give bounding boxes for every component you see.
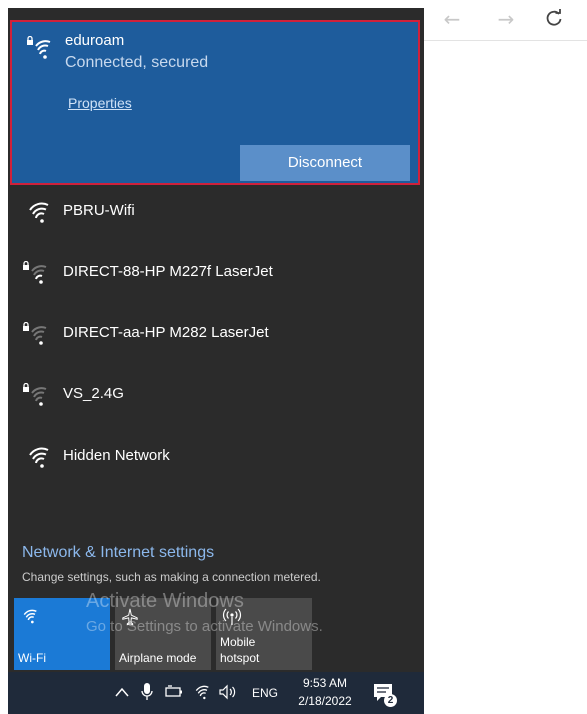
connection-status: Connected, secured — [65, 54, 209, 71]
network-list-item[interactable]: PBRU-Wifi — [8, 186, 424, 238]
back-button[interactable]: ← — [440, 8, 464, 32]
network-name: eduroam — [65, 32, 125, 49]
taskbar-clock[interactable]: 9:53 AM 2/18/2022 — [290, 674, 360, 710]
battery-icon[interactable] — [164, 684, 184, 700]
tile-label: Mobile hotspot — [220, 634, 259, 666]
forward-button[interactable]: → — [494, 8, 518, 32]
chevron-up-icon[interactable] — [114, 686, 130, 698]
network-name: DIRECT-aa-HP M282 LaserJet — [63, 324, 269, 341]
refresh-button[interactable] — [542, 8, 566, 32]
network-list-item[interactable]: DIRECT-aa-HP M282 LaserJet — [8, 308, 424, 360]
wifi-icon — [29, 447, 49, 468]
wifi-icon — [29, 202, 49, 223]
wifi-secured-icon — [23, 383, 47, 406]
properties-link[interactable]: Properties — [68, 95, 132, 111]
wifi-secured-icon — [23, 322, 47, 345]
connected-network-item[interactable]: eduroam Connected, secured Properties Di… — [10, 20, 420, 185]
input-language-indicator[interactable]: ENG — [252, 686, 278, 700]
tile-label: Airplane mode — [119, 651, 197, 665]
activation-watermark-title: Activate Windows — [86, 590, 244, 612]
network-name: PBRU-Wifi — [63, 202, 135, 219]
refresh-icon — [546, 9, 562, 26]
wifi-secured-icon — [23, 261, 47, 284]
notification-center-button[interactable]: 2 — [372, 682, 397, 707]
activation-watermark-subtitle: Go to Settings to activate Windows. — [86, 618, 323, 635]
browser-toolbar: ← → — [424, 0, 587, 41]
tile-label-line2: hotspot — [220, 651, 260, 665]
network-settings-description: Change settings, such as making a connec… — [22, 570, 321, 584]
clock-time: 9:53 AM — [302, 676, 348, 690]
microphone-icon[interactable] — [140, 682, 154, 702]
taskbar: ENG 9:53 AM 2/18/2022 2 — [8, 672, 424, 714]
wifi-secured-icon — [27, 36, 51, 59]
tile-label-line1: Mobile — [220, 635, 256, 649]
network-name: DIRECT-88-HP M227f LaserJet — [63, 263, 273, 280]
network-name: VS_2.4G — [63, 385, 124, 402]
network-list-item[interactable]: VS_2.4G — [8, 369, 424, 421]
network-name: Hidden Network — [63, 447, 170, 464]
wifi-icon[interactable] — [192, 684, 210, 700]
wifi-icon — [23, 609, 37, 624]
network-list-item[interactable]: Hidden Network — [8, 431, 424, 483]
disconnect-button[interactable]: Disconnect — [240, 145, 410, 181]
notification-count-badge: 2 — [384, 694, 397, 707]
network-flyout: eduroam Connected, secured Properties Di… — [8, 8, 424, 714]
volume-icon[interactable] — [218, 684, 238, 700]
network-settings-link[interactable]: Network & Internet settings — [22, 544, 214, 562]
clock-date: 2/18/2022 — [298, 694, 352, 708]
tile-label: Wi-Fi — [18, 651, 46, 665]
network-list-item[interactable]: DIRECT-88-HP M227f LaserJet — [8, 247, 424, 299]
